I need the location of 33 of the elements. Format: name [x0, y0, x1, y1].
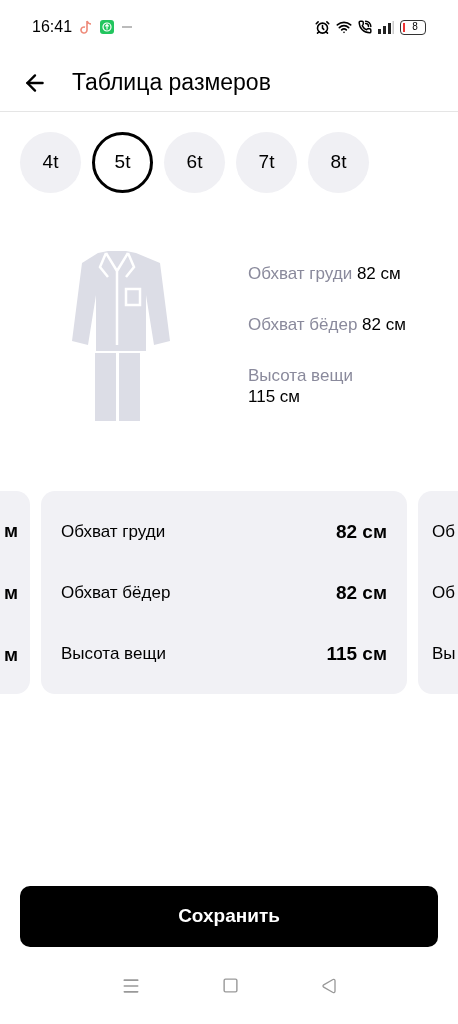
wifi-call-icon — [358, 20, 372, 34]
status-time: 16:41 — [32, 17, 73, 37]
measurement-value: м — [3, 582, 18, 603]
measurement-value: 82 см — [335, 582, 387, 603]
measurement-value: м — [3, 644, 18, 665]
page-title: Таблица размеров — [72, 68, 271, 98]
battery-indicator: 8 — [400, 19, 426, 35]
music-note-icon — [80, 20, 93, 34]
home-icon[interactable] — [222, 977, 240, 994]
back-triangle-icon[interactable] — [321, 977, 338, 994]
measurement-label: Обхват бёдер — [61, 582, 171, 603]
measurement-label: Вы — [432, 643, 457, 664]
measurement-value: м — [3, 520, 18, 541]
measurement-label: Высота вещи — [61, 643, 166, 664]
measurement-value: 115 см — [326, 643, 387, 664]
size-chip[interactable]: 5t — [92, 132, 153, 193]
measurement-value: 82 см — [335, 521, 387, 542]
size-chip[interactable]: 7t — [236, 132, 297, 193]
signal-icon — [378, 20, 394, 34]
upload-app-icon — [100, 20, 115, 34]
save-button[interactable]: Сохранить — [20, 886, 438, 947]
measurement-text: Высота вещи 115 см — [248, 365, 354, 407]
dash-icon — [122, 25, 133, 29]
measurement-text: Обхват бёдер 82 см — [248, 314, 406, 335]
measurement-label: Об — [432, 582, 456, 603]
measurement-label: Об — [432, 521, 456, 542]
alarm-icon — [315, 19, 330, 35]
measurement-label: Обхват груди — [61, 521, 166, 542]
wifi-icon — [336, 19, 352, 35]
size-chip[interactable]: 8t — [308, 132, 369, 193]
size-chip[interactable]: 4t — [20, 132, 81, 193]
measurement-text: Обхват груди 82 см — [248, 263, 402, 284]
size-chip[interactable]: 6t — [164, 132, 225, 193]
